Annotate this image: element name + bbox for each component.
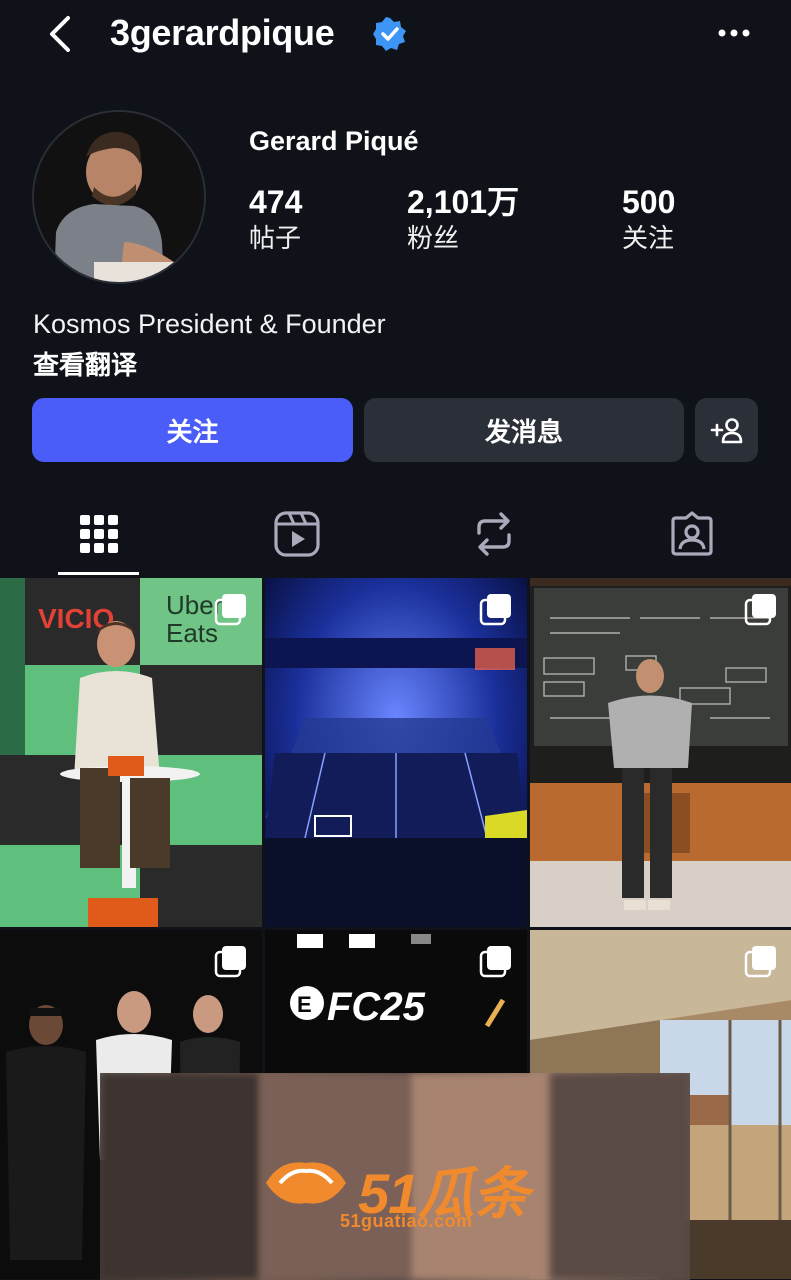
- following-count: 500: [622, 184, 676, 220]
- site-watermark: 51瓜条 51guatiao.com: [100, 1073, 690, 1280]
- active-tab-indicator: [58, 572, 139, 575]
- display-name: Gerard Piqué: [249, 126, 419, 156]
- post-thumbnail[interactable]: [265, 578, 527, 927]
- followers-count: 2,101万: [407, 184, 520, 220]
- post-thumbnail[interactable]: [530, 578, 791, 927]
- chevron-left-icon[interactable]: [42, 14, 82, 54]
- follow-button[interactable]: 关注: [32, 398, 353, 462]
- posts-count: 474: [249, 184, 303, 220]
- following-label: 关注: [622, 223, 675, 253]
- tab-posts[interactable]: [0, 492, 198, 576]
- posts-stat[interactable]: 474 帖子: [249, 184, 302, 256]
- see-translation-link[interactable]: 查看翻译: [33, 345, 137, 382]
- profile-avatar[interactable]: [32, 110, 206, 284]
- watermark-url: 51guatiao.com: [340, 1211, 473, 1231]
- suggest-people-button[interactable]: [695, 398, 758, 462]
- add-person-icon: [710, 418, 742, 444]
- post-sign-eats: Eats: [166, 618, 218, 648]
- followers-stat[interactable]: 2,101万 粉丝: [407, 184, 519, 256]
- posts-grid: VICIO Uber Eats E FC25 51瓜条 51guatiao.co…: [0, 578, 791, 1280]
- multiple-posts-icon: [744, 594, 776, 626]
- followers-label: 粉丝: [407, 223, 460, 253]
- top-bar: 3gerardpique: [0, 0, 791, 70]
- profile-username: 3gerardpique: [110, 12, 335, 53]
- post-image: [265, 578, 527, 927]
- reels-icon: [274, 511, 320, 557]
- tab-reels[interactable]: [198, 492, 396, 576]
- watermark-logo-icon: [266, 1162, 346, 1204]
- post-image: VICIO Uber Eats: [0, 578, 262, 927]
- pixelated-overlay: [550, 1073, 690, 1280]
- avatar-photo: [34, 112, 204, 282]
- posts-label: 帖子: [249, 223, 302, 253]
- post-thumbnail[interactable]: VICIO Uber Eats: [0, 578, 262, 927]
- pixelated-overlay: [100, 1073, 260, 1280]
- profile-bio: Kosmos President & Founder: [33, 309, 386, 339]
- tagged-icon: [671, 511, 713, 556]
- reposts-icon: [477, 512, 511, 556]
- tab-tagged[interactable]: [593, 492, 791, 576]
- multiple-posts-icon: [744, 946, 776, 978]
- grid-icon: [80, 515, 118, 553]
- following-stat[interactable]: 500 关注: [622, 184, 675, 256]
- post-sign-fc25: FC25: [327, 985, 426, 1029]
- tab-reposts[interactable]: [395, 492, 593, 576]
- post-image: [530, 578, 791, 927]
- multiple-posts-icon: [214, 594, 246, 626]
- message-button[interactable]: 发消息: [364, 398, 684, 462]
- verified-badge-icon: [373, 17, 406, 51]
- more-horizontal-icon[interactable]: [712, 18, 756, 48]
- profile-tabs: [0, 492, 791, 576]
- multiple-posts-icon: [214, 946, 246, 978]
- multiple-posts-icon: [479, 594, 511, 626]
- multiple-posts-icon: [479, 946, 511, 978]
- svg-text:E: E: [297, 992, 312, 1017]
